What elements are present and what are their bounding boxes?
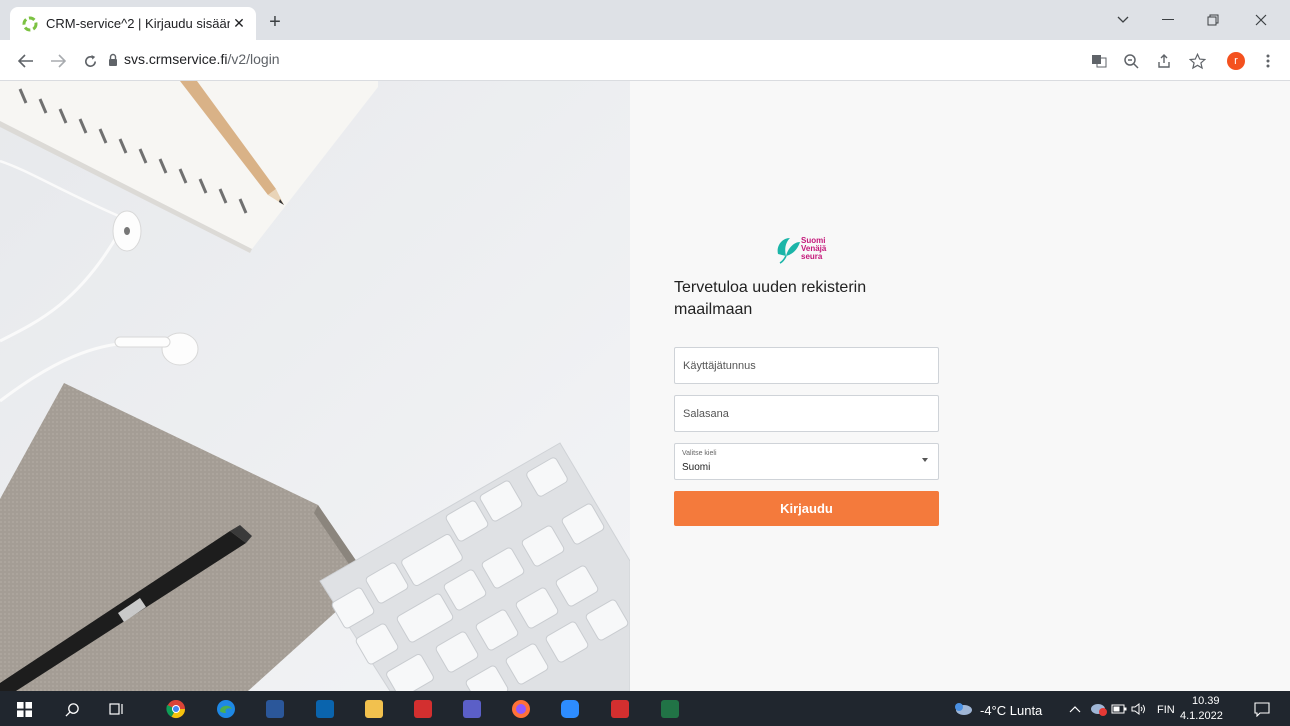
input-language[interactable]: FIN xyxy=(1157,704,1175,716)
suomi-venaja-seura-logo: Suomi Venäjä seura xyxy=(777,236,827,264)
search-icon[interactable] xyxy=(60,697,84,721)
new-tab-button[interactable]: + xyxy=(263,10,287,34)
profile-avatar[interactable]: r xyxy=(1227,52,1245,70)
browser-tab-bar: CRM-service^2 | Kirjaudu sisään ✕ + xyxy=(0,0,1290,40)
tab-search-icon[interactable] xyxy=(1103,6,1143,34)
excel-icon[interactable] xyxy=(658,697,682,721)
outlook-icon[interactable] xyxy=(313,697,337,721)
password-field[interactable] xyxy=(674,395,939,432)
weather-text[interactable]: -4°C Lunta xyxy=(980,703,1042,718)
forward-arrow-icon[interactable] xyxy=(46,49,70,73)
lock-icon[interactable] xyxy=(108,53,118,67)
word-icon[interactable] xyxy=(263,697,287,721)
acrobat-reader-icon[interactable] xyxy=(608,697,632,721)
acrobat-icon[interactable] xyxy=(411,697,435,721)
username-field[interactable] xyxy=(674,347,939,384)
task-view-icon[interactable] xyxy=(105,697,129,721)
menu-kebab-icon[interactable] xyxy=(1256,49,1280,73)
windows-start-icon[interactable] xyxy=(12,697,36,721)
password-input[interactable] xyxy=(675,396,938,431)
login-page: Suomi Venäjä seura Tervetuloa uuden reki… xyxy=(0,81,1290,691)
reload-icon[interactable] xyxy=(78,49,102,73)
clock-date[interactable]: 4.1.2022 xyxy=(1180,710,1223,722)
browser-toolbar: svs.crmservice.fi/v2/login r xyxy=(0,40,1290,81)
address-bar[interactable]: svs.crmservice.fi/v2/login xyxy=(124,51,280,67)
login-button[interactable]: Kirjaudu xyxy=(674,491,939,526)
restore-icon[interactable] xyxy=(1193,6,1233,34)
file-explorer-icon[interactable] xyxy=(362,697,386,721)
crm-favicon-icon xyxy=(22,16,38,31)
clock-time[interactable]: 10.39 xyxy=(1192,695,1220,707)
speaker-icon[interactable] xyxy=(1127,697,1151,721)
welcome-heading: Tervetuloa uuden rekisterin maailmaan xyxy=(674,279,867,318)
language-select-label: Valitse kieli xyxy=(682,450,717,457)
language-select[interactable]: Valitse kieli Suomi xyxy=(674,443,939,480)
url-path: /v2/login xyxy=(227,51,280,67)
login-panel: Suomi Venäjä seura Tervetuloa uuden reki… xyxy=(630,81,1290,691)
close-window-icon[interactable] xyxy=(1241,6,1281,34)
chevron-up-icon[interactable] xyxy=(1063,697,1087,721)
translate-icon[interactable] xyxy=(1087,49,1111,73)
teams-icon[interactable] xyxy=(460,697,484,721)
language-select-value: Suomi xyxy=(682,462,711,473)
share-icon[interactable] xyxy=(1152,49,1176,73)
tab-close-icon[interactable]: ✕ xyxy=(230,15,248,33)
caret-down-icon xyxy=(922,458,928,462)
tab-title: CRM-service^2 | Kirjaudu sisään xyxy=(46,16,230,31)
notification-icon[interactable] xyxy=(1250,697,1274,721)
username-input[interactable] xyxy=(675,348,938,383)
weather-cloud-icon[interactable] xyxy=(951,697,975,721)
windows-taskbar: -4°C Lunta FIN 10.39 4.1.2022 xyxy=(0,691,1290,726)
bookmark-star-icon[interactable] xyxy=(1185,49,1209,73)
logo-line-3: seura xyxy=(801,252,823,261)
zoom-app-icon[interactable] xyxy=(558,697,582,721)
chrome-icon[interactable] xyxy=(164,697,188,721)
firefox-icon[interactable] xyxy=(509,697,533,721)
edge-icon[interactable] xyxy=(214,697,238,721)
hero-image xyxy=(0,81,630,691)
minimize-icon[interactable] xyxy=(1148,6,1188,34)
url-host: svs.crmservice.fi xyxy=(124,51,228,67)
zoom-icon[interactable] xyxy=(1119,49,1143,73)
browser-tab[interactable]: CRM-service^2 | Kirjaudu sisään ✕ xyxy=(10,7,256,40)
back-arrow-icon[interactable] xyxy=(14,49,38,73)
